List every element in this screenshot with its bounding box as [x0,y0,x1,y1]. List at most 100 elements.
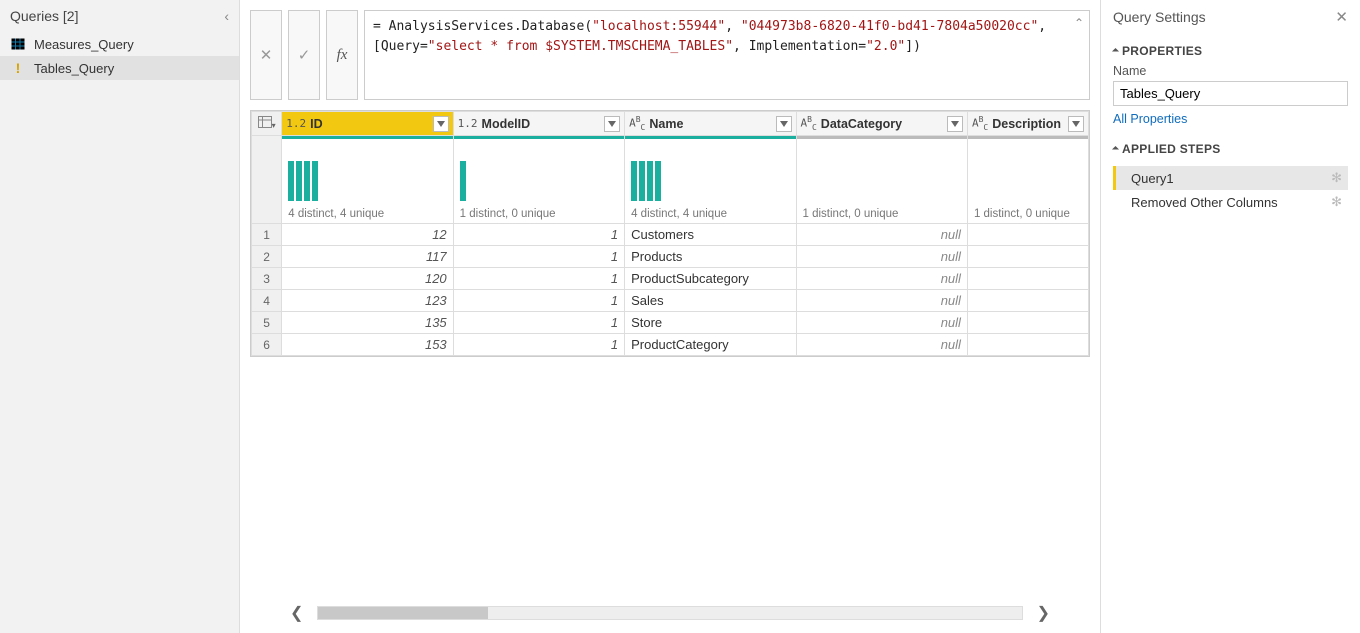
cell[interactable] [967,246,1088,268]
cell[interactable]: 1 [453,334,624,356]
query-name-input[interactable] [1113,81,1348,106]
hscroll-right-icon[interactable]: ❯ [1037,603,1050,623]
cell[interactable]: 153 [282,334,453,356]
collapse-queries-chevron-icon[interactable]: ‹ [224,8,229,24]
cell[interactable]: Products [625,246,796,268]
applied-steps-section-title[interactable]: APPLIED STEPS [1113,142,1348,156]
cell[interactable]: null [796,224,967,246]
formula-expand-icon[interactable]: ⌃ [1074,16,1084,30]
column-header-description[interactable]: ABCDescription [967,112,1088,136]
name-label: Name [1113,64,1348,78]
formula-bar: ✕ ✓ fx = AnalysisServices.Database("loca… [250,10,1090,100]
cell[interactable] [967,312,1088,334]
row-number[interactable]: 5 [252,312,282,334]
grid-corner[interactable]: ▾ [252,112,282,136]
column-profile-description: 1 distinct, 0 unique [967,136,1088,224]
column-header-name[interactable]: ABCName [625,112,796,136]
cell[interactable]: null [796,334,967,356]
column-name-label: Name [649,117,771,131]
cell[interactable]: Customers [625,224,796,246]
query-item-label: Tables_Query [34,61,114,76]
column-profile-modelid: 1 distinct, 0 unique [453,136,624,224]
step-label: Removed Other Columns [1131,195,1278,210]
queries-panel: Queries [2] ‹ Measures_Query! Tables_Quer… [0,0,240,633]
applied-step-removed-other-columns[interactable]: Removed Other Columns ✻ [1113,190,1348,214]
gear-icon[interactable]: ✻ [1331,194,1342,210]
table-row[interactable]: 61531ProductCategorynull [252,334,1089,356]
column-name-label: ID [310,117,429,131]
cell[interactable]: 1 [453,290,624,312]
column-filter-dropdown-icon[interactable] [604,116,620,132]
query-item-measures_query[interactable]: Measures_Query [0,32,239,56]
column-summary-label: 1 distinct, 0 unique [803,208,899,220]
column-header-modelid[interactable]: 1.2 ModelID [453,112,624,136]
fx-button[interactable]: fx [326,10,358,100]
cell[interactable]: null [796,290,967,312]
table-row[interactable]: 41231Salesnull [252,290,1089,312]
table-row[interactable]: 51351Storenull [252,312,1089,334]
cell[interactable]: 12 [282,224,453,246]
cell[interactable]: null [796,246,967,268]
data-grid: ▾1.2ID1.2ModelIDABCNameABCDataCategoryAB… [250,110,1090,357]
column-profile-name: 4 distinct, 4 unique [625,136,796,224]
formula-commit-button[interactable]: ✓ [288,10,320,100]
column-header-datacategory[interactable]: ABC DataCategory [796,112,967,136]
column-name-label: Description [992,117,1064,131]
step-label: Query1 [1131,171,1174,186]
column-name-label: DataCategory [821,117,943,131]
table-row[interactable]: 21171Productsnull [252,246,1089,268]
column-header-id[interactable]: 1.2 ID [282,112,453,136]
cell[interactable] [967,224,1088,246]
settings-title: Query Settings [1113,9,1206,25]
grid-corner-profile [252,136,282,224]
type-badge: ABC [801,115,817,132]
formula-cancel-button[interactable]: ✕ [250,10,282,100]
cell[interactable]: 117 [282,246,453,268]
hscroll-track[interactable] [317,606,1022,620]
formula-input[interactable]: = AnalysisServices.Database("localhost:5… [364,10,1090,100]
column-name-label: ModelID [482,117,601,131]
cell[interactable] [967,290,1088,312]
table-row[interactable]: 31201ProductSubcategorynull [252,268,1089,290]
row-number[interactable]: 6 [252,334,282,356]
close-settings-icon[interactable]: ✕ [1335,8,1348,26]
column-profile-datacategory: 1 distinct, 0 unique [796,136,967,224]
cell[interactable]: 123 [282,290,453,312]
column-filter-dropdown-icon[interactable] [947,116,963,132]
row-number[interactable]: 3 [252,268,282,290]
warning-icon: ! [10,60,26,76]
type-badge: 1.2 [286,117,306,130]
table-row[interactable]: 1121Customersnull [252,224,1089,246]
hscroll-thumb[interactable] [318,607,488,619]
cell[interactable]: null [796,268,967,290]
column-filter-dropdown-icon[interactable] [1068,116,1084,132]
column-filter-dropdown-icon[interactable] [776,116,792,132]
type-badge: 1.2 [458,117,478,130]
cell[interactable] [967,334,1088,356]
cell[interactable]: 1 [453,224,624,246]
cell[interactable] [967,268,1088,290]
cell[interactable]: Sales [625,290,796,312]
cell[interactable]: 1 [453,312,624,334]
row-number[interactable]: 4 [252,290,282,312]
hscroll-left-icon[interactable]: ❮ [290,603,303,623]
cell[interactable]: ProductSubcategory [625,268,796,290]
properties-section-title[interactable]: PROPERTIES [1113,44,1348,58]
cell[interactable]: 1 [453,268,624,290]
cell[interactable]: ProductCategory [625,334,796,356]
cell[interactable]: Store [625,312,796,334]
query-item-tables_query[interactable]: ! Tables_Query [0,56,239,80]
horizontal-scrollbar[interactable]: ❮ ❯ [250,597,1090,633]
cell[interactable]: 1 [453,246,624,268]
queries-title: Queries [2] [10,8,79,24]
cell[interactable]: 135 [282,312,453,334]
cell[interactable]: null [796,312,967,334]
row-number[interactable]: 1 [252,224,282,246]
cell[interactable]: 120 [282,268,453,290]
center-area: ✕ ✓ fx = AnalysisServices.Database("loca… [240,0,1100,633]
all-properties-link[interactable]: All Properties [1113,112,1348,126]
column-filter-dropdown-icon[interactable] [433,116,449,132]
gear-icon[interactable]: ✻ [1331,170,1342,186]
applied-step-query1[interactable]: Query1 ✻ [1113,166,1348,190]
row-number[interactable]: 2 [252,246,282,268]
